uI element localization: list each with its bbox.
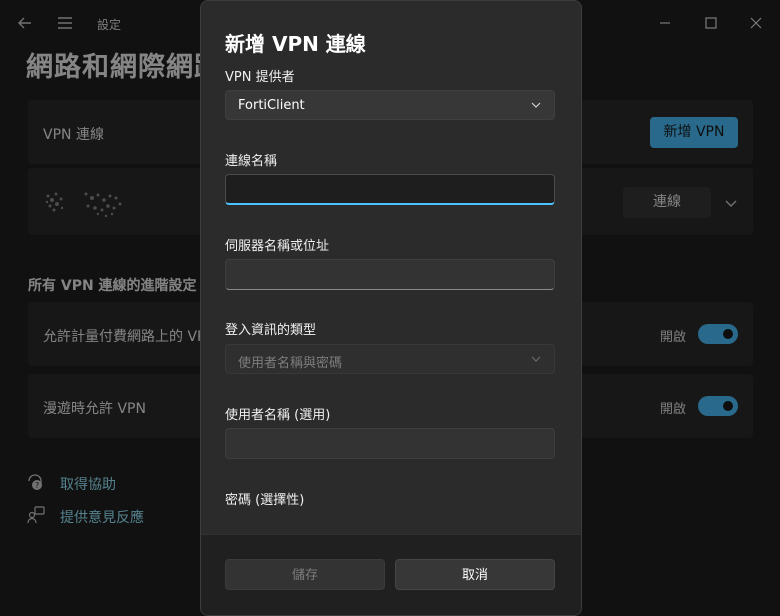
save-button[interactable]: 儲存 xyxy=(225,559,385,590)
username-input[interactable] xyxy=(225,428,555,459)
chevron-down-icon xyxy=(531,356,541,362)
signin-type-value: 使用者名稱與密碼 xyxy=(238,356,343,371)
cancel-button[interactable]: 取消 xyxy=(395,559,555,590)
server-address-input[interactable] xyxy=(225,259,555,290)
connection-name-input[interactable] xyxy=(225,174,555,205)
provider-label: VPN 提供者 xyxy=(225,70,295,85)
add-vpn-dialog: 新增 VPN 連線 VPN 提供者 FortiClient 連線名稱 伺服器名稱… xyxy=(200,0,582,616)
password-label: 密碼 (選擇性) xyxy=(225,493,305,508)
signin-type-dropdown[interactable]: 使用者名稱與密碼 xyxy=(225,344,555,374)
server-label: 伺服器名稱或位址 xyxy=(225,239,330,254)
provider-value: FortiClient xyxy=(238,98,305,113)
username-label: 使用者名稱 (選用) xyxy=(225,408,331,423)
dialog-title: 新增 VPN 連線 xyxy=(225,32,366,56)
connection-name-label: 連線名稱 xyxy=(225,154,278,169)
signin-type-label: 登入資訊的類型 xyxy=(225,323,317,338)
chevron-down-icon xyxy=(531,102,541,108)
dialog-footer: 儲存 取消 xyxy=(201,534,581,615)
vpn-provider-dropdown[interactable]: FortiClient xyxy=(225,90,555,120)
